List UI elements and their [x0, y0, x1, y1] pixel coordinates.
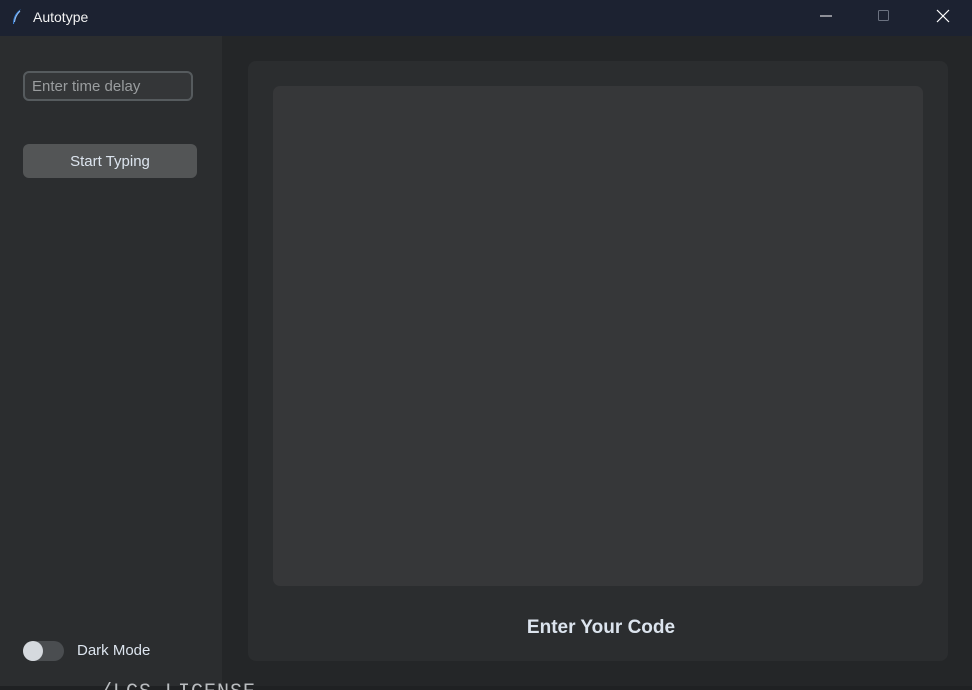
- maximize-button[interactable]: [855, 0, 913, 36]
- title-bar[interactable]: Autotype: [0, 0, 972, 36]
- minimize-button[interactable]: [797, 0, 855, 36]
- enter-code-label: Enter Your Code: [526, 617, 676, 638]
- close-button[interactable]: [914, 0, 972, 36]
- background-partial-text: /LCS LICENSE: [100, 681, 256, 690]
- switch-knob: [23, 641, 43, 661]
- code-textbox[interactable]: [273, 86, 923, 586]
- sidebar: Start Typing Dark Mode: [0, 36, 222, 690]
- minimize-icon: [820, 9, 832, 27]
- window-title: Autotype: [33, 9, 89, 25]
- close-icon: [936, 9, 950, 28]
- maximize-icon: [878, 9, 890, 27]
- time-delay-input[interactable]: [23, 71, 193, 101]
- start-typing-button[interactable]: Start Typing: [23, 144, 197, 178]
- app-window: Autotype Start Typing: [0, 0, 972, 690]
- feather-icon: [10, 8, 24, 26]
- start-typing-label: Start Typing: [70, 152, 150, 170]
- main-panel: Enter Your Code: [248, 61, 948, 661]
- dark-mode-switch[interactable]: [23, 641, 64, 661]
- dark-mode-label: Dark Mode: [77, 642, 151, 659]
